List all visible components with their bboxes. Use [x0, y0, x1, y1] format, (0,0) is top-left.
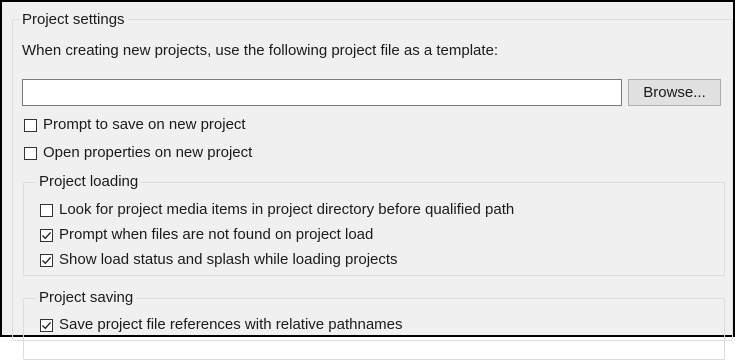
project-settings-title: Project settings: [19, 11, 128, 29]
template-instruction: When creating new projects, use the foll…: [22, 42, 499, 59]
browse-button[interactable]: Browse...: [628, 79, 721, 106]
prompt-files-missing-label: Prompt when files are not found on proje…: [59, 226, 374, 243]
prompt-save-checkbox-row[interactable]: Prompt to save on new project: [24, 115, 246, 135]
project-saving-title: Project saving: [36, 289, 137, 307]
check-mark-icon: [42, 321, 52, 329]
prompt-save-label: Prompt to save on new project: [43, 116, 246, 133]
open-properties-checkbox-row[interactable]: Open properties on new project: [24, 143, 252, 163]
relative-paths-checkbox[interactable]: [40, 318, 53, 332]
prompt-files-missing-checkbox[interactable]: [40, 228, 53, 242]
check-mark-icon: [42, 256, 52, 264]
relative-paths-checkbox-row[interactable]: Save project file references with relati…: [40, 315, 403, 335]
look-for-media-label: Look for project media items in project …: [59, 201, 515, 218]
show-load-status-label: Show load status and splash while loadin…: [59, 251, 398, 268]
prompt-files-missing-checkbox-row[interactable]: Prompt when files are not found on proje…: [40, 225, 373, 245]
open-properties-checkbox[interactable]: [24, 146, 37, 160]
dialog-frame: Project settings When creating new proje…: [0, 0, 735, 360]
settings-panel: Project settings When creating new proje…: [12, 2, 733, 360]
relative-paths-label: Save project file references with relati…: [59, 316, 403, 333]
project-loading-title: Project loading: [36, 173, 142, 191]
look-for-media-checkbox-row[interactable]: Look for project media items in project …: [40, 200, 514, 220]
prompt-save-checkbox[interactable]: [24, 118, 37, 132]
show-load-status-checkbox-row[interactable]: Show load status and splash while loadin…: [40, 250, 398, 270]
look-for-media-checkbox[interactable]: [40, 203, 53, 217]
template-path-input[interactable]: [22, 79, 622, 106]
check-mark-icon: [42, 231, 52, 239]
open-properties-label: Open properties on new project: [43, 144, 253, 161]
show-load-status-checkbox[interactable]: [40, 253, 53, 267]
